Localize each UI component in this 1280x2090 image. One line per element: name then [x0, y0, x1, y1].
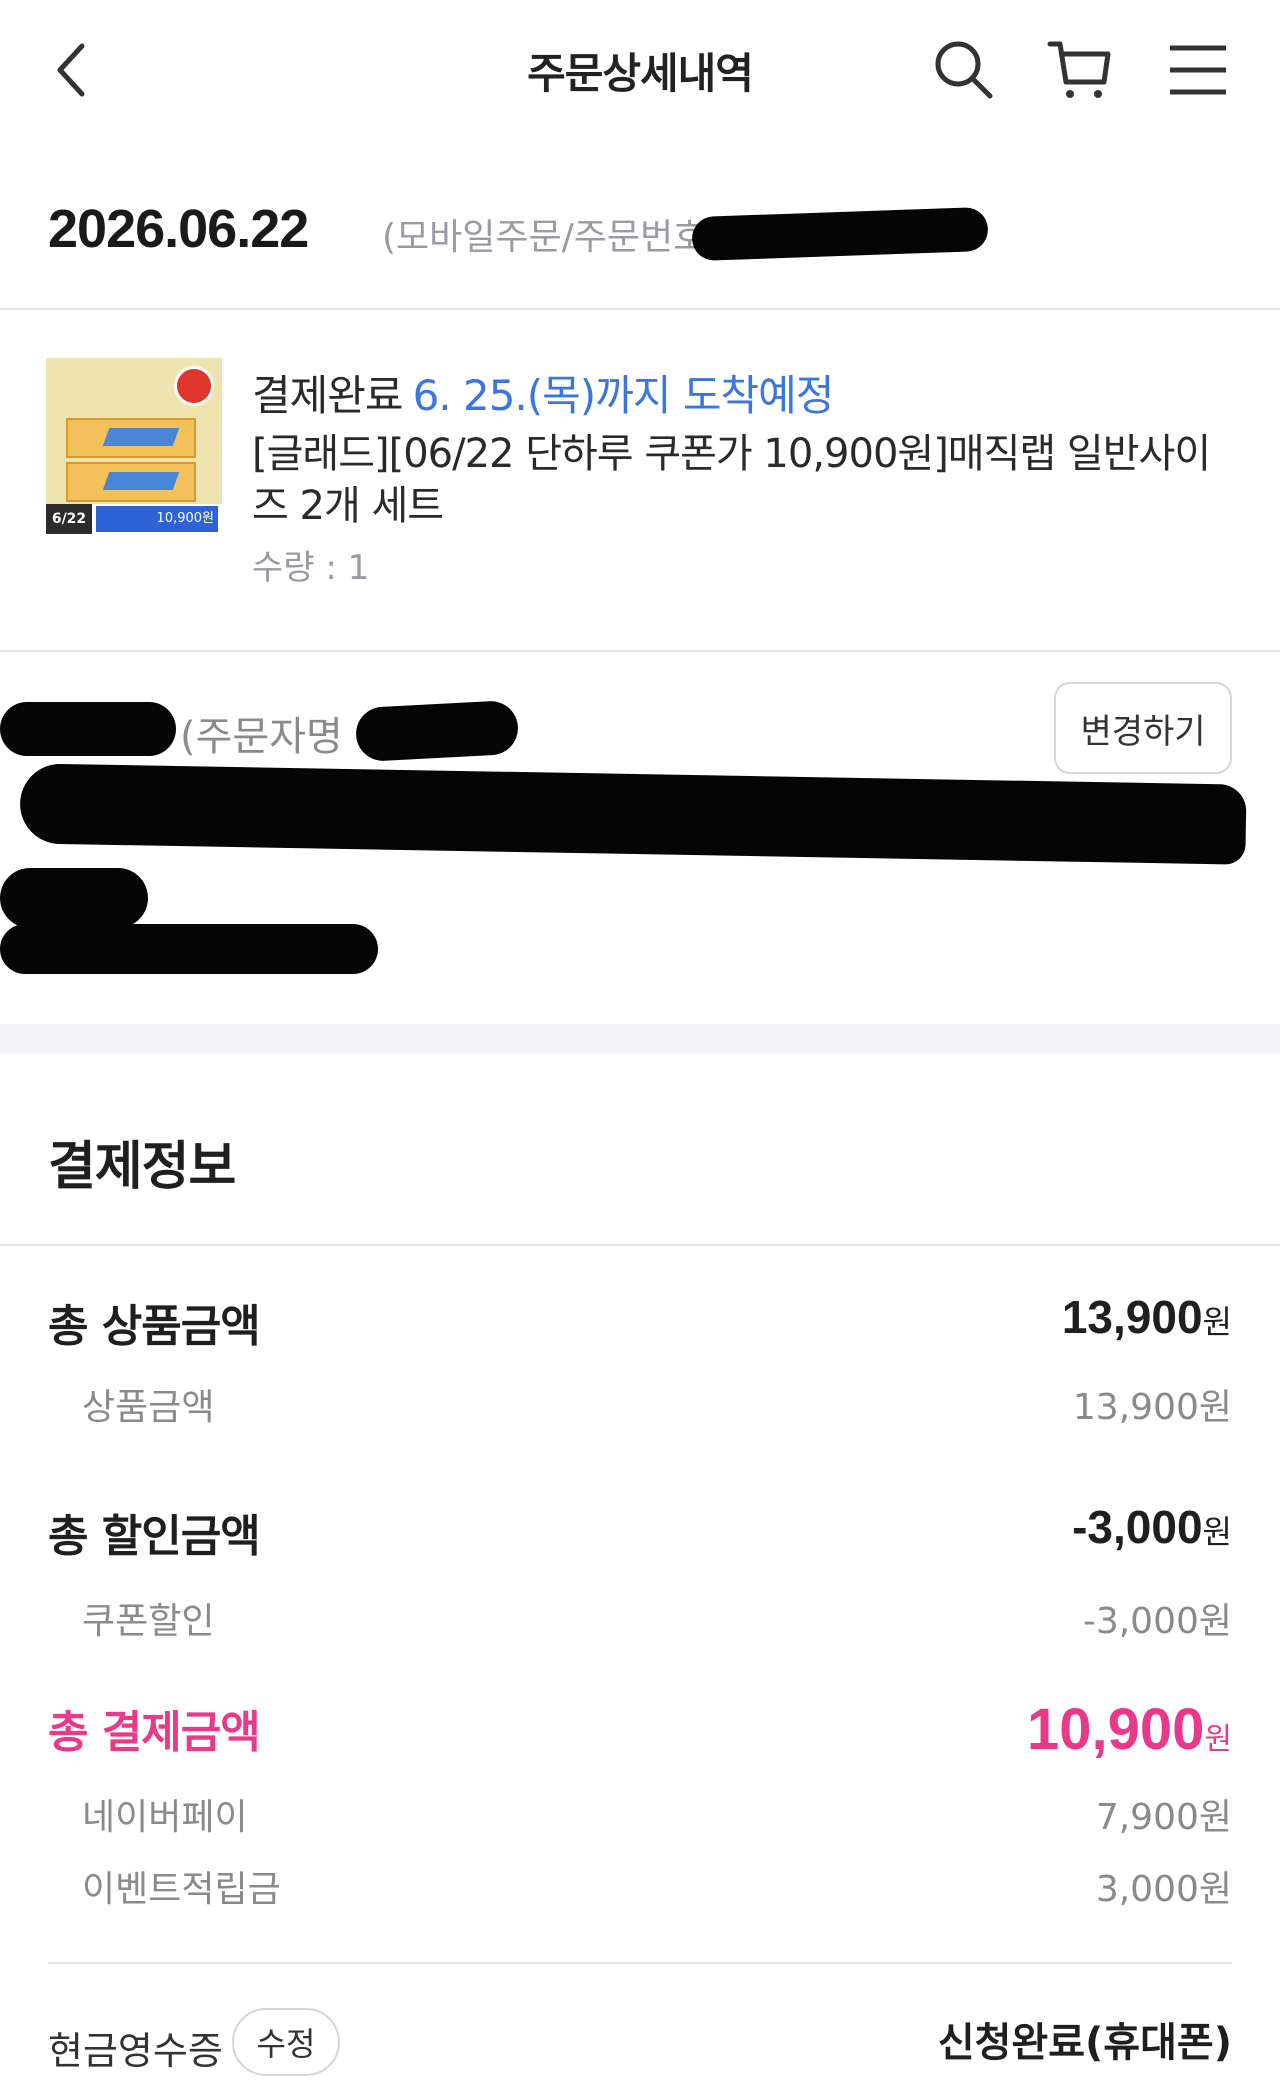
event-points-label: 이벤트적립금	[82, 1869, 281, 1910]
total-product-value: 13,900원	[1061, 1291, 1232, 1343]
order-product-item[interactable]: 6/22 10,900원 결제완료 6. 25.(목)까지 도착예정 [글래드][…	[0, 312, 1280, 652]
brand-badge-icon	[174, 366, 214, 406]
total-discount-row: 총 할인금액 -3,000원	[48, 1500, 1232, 1562]
orderer-name-label: (주문자명	[180, 714, 343, 760]
product-amount-row: 상품금액 13,900원	[48, 1378, 1232, 1438]
shipping-address-section: (주문자명 변경하기	[0, 654, 1280, 1024]
order-date: 2026.06.22	[48, 199, 309, 259]
total-discount-value: -3,000원	[1072, 1501, 1232, 1553]
product-quantity: 수량 : 1	[252, 548, 370, 588]
total-product-label: 총 상품금액	[48, 1301, 261, 1352]
coupon-discount-label: 쿠폰할인	[82, 1601, 215, 1642]
product-amount-value: 13,900원	[1072, 1387, 1232, 1428]
cart-button[interactable]	[1044, 34, 1116, 106]
order-summary-header: 2026.06.22 (모바일주문/주문번호:	[0, 180, 1280, 310]
product-amount-label: 상품금액	[82, 1387, 215, 1428]
total-payment-label: 총 결제금액	[48, 1707, 261, 1758]
total-product-row: 총 상품금액 13,900원	[48, 1290, 1232, 1352]
redacted-address-detail	[0, 868, 148, 928]
cash-receipt-label: 현금영수증	[48, 2029, 223, 2073]
redacted-address-line	[19, 763, 1247, 865]
naverpay-value: 7,900원	[1095, 1797, 1232, 1838]
menu-button[interactable]	[1162, 34, 1234, 106]
edit-receipt-button[interactable]: 수정	[232, 2008, 340, 2076]
payment-divider	[0, 1244, 1280, 1246]
total-discount-label: 총 할인금액	[48, 1511, 261, 1562]
payment-info-title: 결제정보	[48, 1137, 236, 1197]
product-name: [글래드][06/22 단하루 쿠폰가 10,900원]매직랩 일반사이즈 2개…	[252, 431, 1211, 529]
thumbnail-price: 10,900원	[96, 506, 218, 532]
payment-status: 결제완료	[252, 371, 404, 420]
naverpay-row: 네이버페이 7,900원	[48, 1788, 1232, 1848]
event-points-row: 이벤트적립금 3,000원	[48, 1860, 1232, 1920]
search-icon	[935, 41, 993, 99]
coupon-discount-row: 쿠폰할인 -3,000원	[48, 1592, 1232, 1652]
receipt-divider	[48, 1962, 1232, 1964]
thumbnail-date: 6/22	[46, 504, 92, 534]
cart-icon	[1047, 41, 1111, 98]
delivery-estimate: 6. 25.(목)까지 도착예정	[412, 371, 835, 420]
hamburger-menu-icon	[1170, 45, 1226, 95]
event-points-value: 3,000원	[1095, 1869, 1232, 1910]
section-gap	[0, 1024, 1280, 1054]
coupon-discount-value: -3,000원	[1082, 1601, 1232, 1642]
cash-receipt-status: 신청완료(휴대폰)	[937, 2020, 1232, 2066]
total-payment-row: 총 결제금액 10,900원	[48, 1696, 1232, 1768]
search-button[interactable]	[928, 34, 1000, 106]
product-thumbnail: 6/22 10,900원	[46, 358, 222, 534]
redacted-recipient-name	[0, 702, 176, 756]
status-line: 결제완료 6. 25.(목)까지 도착예정	[252, 362, 835, 423]
redacted-order-number	[691, 206, 989, 262]
redacted-orderer-name	[354, 699, 520, 763]
change-address-button[interactable]: 변경하기	[1054, 682, 1232, 774]
order-number-label: (모바일주문/주문번호:	[382, 217, 719, 258]
redacted-phone-number	[0, 924, 378, 974]
total-payment-value: 10,900원	[1026, 1697, 1232, 1762]
naverpay-label: 네이버페이	[82, 1797, 248, 1838]
top-header: 주문상세내역	[0, 0, 1280, 140]
